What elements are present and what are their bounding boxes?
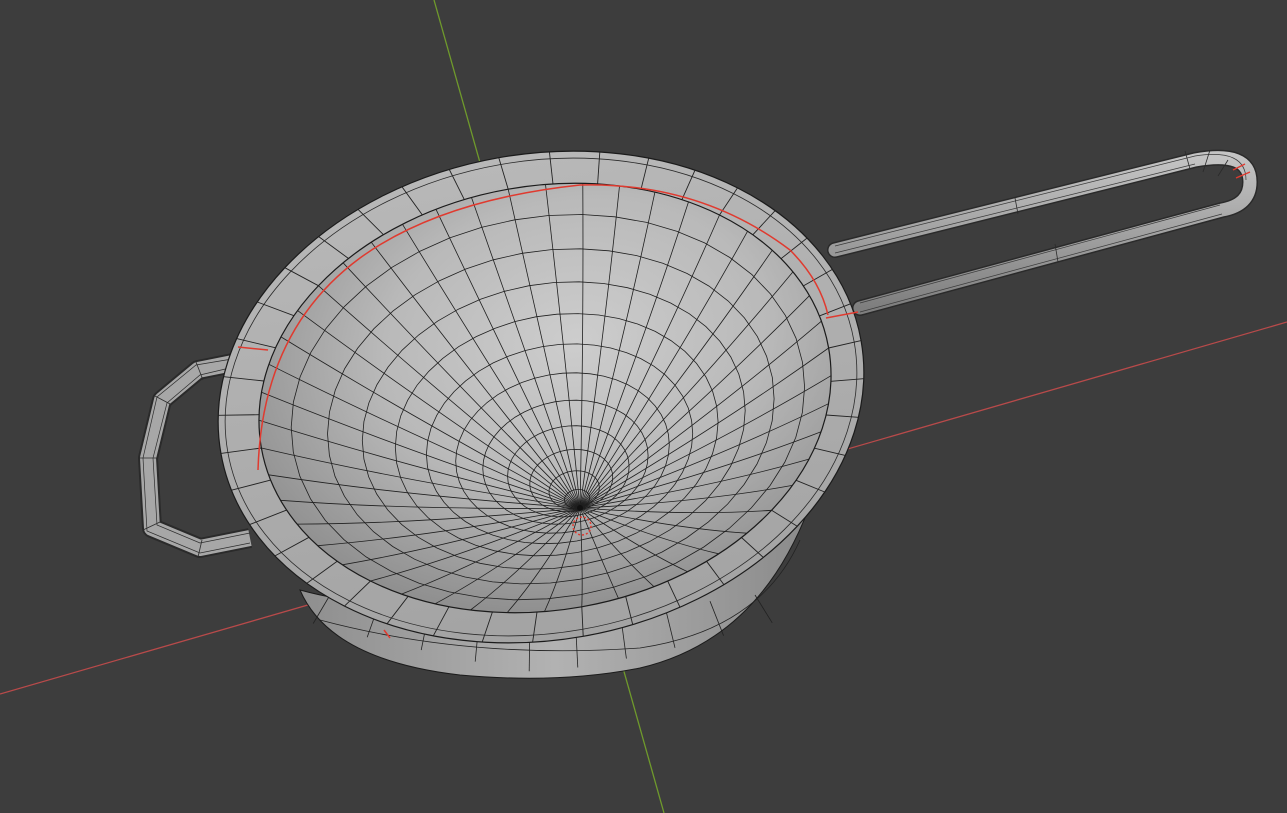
outer-shell-edge (754, 594, 773, 624)
viewport-canvas[interactable] (0, 0, 1287, 813)
rim-edge (218, 414, 260, 416)
pole-vertex[interactable] (577, 505, 583, 511)
3d-viewport[interactable] (0, 0, 1287, 813)
long-handle[interactable] (827, 149, 1258, 316)
